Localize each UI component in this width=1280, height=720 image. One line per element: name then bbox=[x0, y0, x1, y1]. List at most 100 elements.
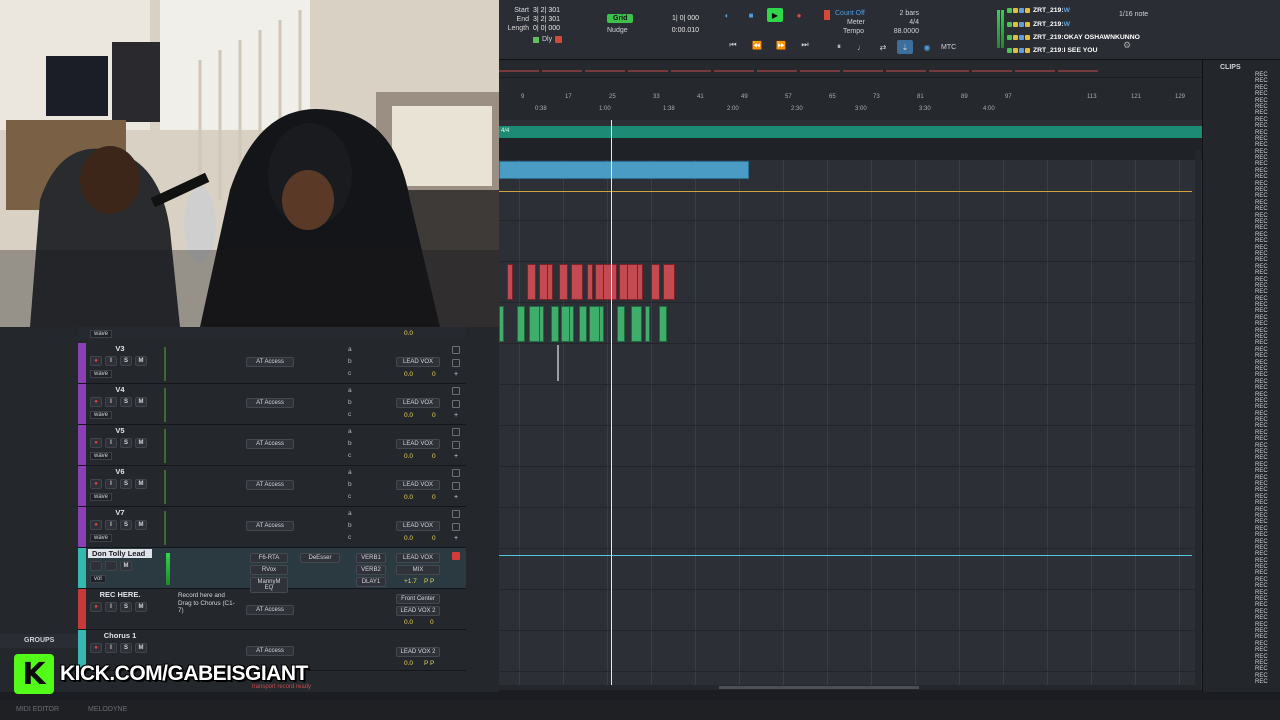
track-v6[interactable]: V6 ● I S Mwave AT Access a b c LEAD VOX 0.0 0 + bbox=[78, 466, 466, 507]
mute-button[interactable]: M bbox=[135, 479, 147, 489]
track-options-icon[interactable] bbox=[452, 400, 460, 408]
send-slot-b[interactable]: b bbox=[348, 481, 352, 488]
conductor-icon[interactable]: ⇄ bbox=[875, 40, 891, 54]
send-b[interactable]: VERB2 bbox=[356, 565, 386, 575]
wave-label[interactable]: wave bbox=[90, 330, 113, 338]
track-volume[interactable]: 0.0 bbox=[404, 535, 413, 542]
audio-clip-green[interactable] bbox=[579, 306, 587, 342]
track-pan[interactable]: P P bbox=[424, 660, 434, 667]
mute-button[interactable]: M bbox=[135, 602, 147, 612]
track-name[interactable]: V7 bbox=[88, 508, 152, 517]
add-icon[interactable]: + bbox=[452, 371, 460, 380]
output-selector[interactable]: LEAD VOX bbox=[396, 439, 440, 449]
playhead-cursor[interactable] bbox=[611, 120, 612, 690]
audio-clip-green[interactable] bbox=[517, 306, 525, 342]
track-options-icon[interactable] bbox=[452, 523, 460, 531]
record-arm-button[interactable]: ● bbox=[90, 479, 102, 489]
audio-clip-green[interactable] bbox=[551, 306, 559, 342]
audio-clip-red[interactable] bbox=[527, 264, 536, 300]
rewind-icon[interactable]: ⏪ bbox=[749, 38, 765, 52]
audio-clip-green[interactable] bbox=[499, 306, 504, 342]
mute-button[interactable]: M bbox=[135, 356, 147, 366]
play-button[interactable]: ▶ bbox=[767, 8, 783, 22]
tab-midi-editor[interactable]: MIDI EDITOR bbox=[16, 706, 59, 713]
send-slot-a[interactable]: a bbox=[348, 387, 352, 394]
send-slot-b[interactable]: b bbox=[348, 440, 352, 447]
timeline-scrollbar[interactable] bbox=[1195, 150, 1201, 690]
track-options-icon[interactable] bbox=[452, 428, 460, 436]
solo-button[interactable]: S bbox=[120, 602, 132, 612]
small-clip[interactable] bbox=[557, 345, 559, 381]
input-monitor-button[interactable]: I bbox=[105, 602, 117, 612]
record-button[interactable]: ● bbox=[791, 8, 807, 22]
wave-label[interactable]: wave bbox=[90, 370, 113, 378]
output-selector[interactable]: LEAD VOX bbox=[396, 521, 440, 531]
audio-clip-red[interactable] bbox=[663, 264, 675, 300]
midi-merge-icon[interactable]: ⇣ bbox=[897, 40, 913, 54]
solo-button[interactable]: S bbox=[120, 356, 132, 366]
dly-label[interactable]: Dly bbox=[542, 35, 552, 44]
input-monitor-button[interactable]: I bbox=[105, 397, 117, 407]
rewind-to-start-icon[interactable]: ⏮ bbox=[725, 38, 741, 52]
audio-clip-green[interactable] bbox=[659, 306, 667, 342]
output-selector[interactable]: LEAD VOX bbox=[396, 398, 440, 408]
input-monitor-button[interactable]: I bbox=[105, 438, 117, 448]
send-slot-a[interactable]: a bbox=[348, 346, 352, 353]
send-slot-c[interactable]: c bbox=[348, 411, 351, 418]
audio-clip-green[interactable] bbox=[631, 306, 642, 342]
output-selector[interactable]: LEAD VOX 2 bbox=[396, 647, 440, 657]
output-selector[interactable]: LEAD VOX bbox=[396, 480, 440, 490]
track-options-icon[interactable] bbox=[452, 346, 460, 354]
input-monitor-button[interactable]: I bbox=[105, 479, 117, 489]
pause-record-icon[interactable]: ⏸ bbox=[831, 40, 847, 54]
record-enable-icon[interactable] bbox=[824, 10, 830, 20]
audio-clip-green[interactable] bbox=[599, 306, 604, 342]
track-pan[interactable]: 0 bbox=[432, 371, 436, 378]
record-arm-button[interactable]: ● bbox=[90, 438, 102, 448]
nudge-label[interactable]: Nudge bbox=[607, 26, 628, 35]
audio-clip-red[interactable] bbox=[651, 264, 660, 300]
start-field[interactable]: 3| 2| 301 bbox=[533, 6, 560, 15]
mute-button[interactable]: M bbox=[135, 520, 147, 530]
track-v5[interactable]: V5 ● I S Mwave AT Access a b c LEAD VOX 0.0 0 + bbox=[78, 425, 466, 466]
fast-forward-icon[interactable]: ⏩ bbox=[773, 38, 789, 52]
audio-clip-red[interactable] bbox=[637, 264, 643, 300]
record-arm-button[interactable]: ● bbox=[90, 356, 102, 366]
audio-clip-red[interactable] bbox=[507, 264, 513, 300]
track-comment[interactable]: Record here and Drag to Chorus (C1-7) bbox=[178, 592, 240, 615]
nudge-value[interactable]: 0:00.010 bbox=[672, 26, 699, 35]
track-volume[interactable]: 0.0 bbox=[404, 330, 413, 337]
meter-value[interactable]: 4/4 bbox=[909, 18, 919, 27]
insert-a[interactable]: AT Access bbox=[246, 521, 294, 531]
wave-label[interactable]: wave bbox=[90, 411, 113, 419]
output-selector[interactable]: LEAD VOX 2 bbox=[396, 606, 440, 616]
audio-clip-red[interactable] bbox=[559, 264, 568, 300]
clip-list-item[interactable]: REC bbox=[1203, 679, 1280, 685]
solo-button[interactable]: S bbox=[120, 479, 132, 489]
track-pan[interactable]: 0 bbox=[432, 453, 436, 460]
insert-a[interactable]: AT Access bbox=[246, 439, 294, 449]
add-icon[interactable]: + bbox=[452, 453, 460, 462]
track-volume[interactable]: 0.0 bbox=[404, 660, 413, 667]
track-volume[interactable]: +1.7 bbox=[404, 578, 417, 585]
insert-f[interactable]: DeEsser bbox=[300, 553, 340, 563]
count-off-toggle[interactable]: Count Off bbox=[835, 9, 865, 18]
track-volume[interactable]: 0.0 bbox=[404, 494, 413, 501]
send-slot-c[interactable]: c bbox=[348, 452, 351, 459]
send-a[interactable]: VERB1 bbox=[356, 553, 386, 563]
input-selector[interactable]: Front Center bbox=[396, 594, 440, 604]
mute-button[interactable]: M bbox=[120, 561, 132, 571]
track-name[interactable]: Chorus 1 bbox=[88, 631, 152, 640]
count-bars[interactable]: 2 bars bbox=[900, 9, 919, 18]
mute-button[interactable]: M bbox=[135, 438, 147, 448]
track-options-icon[interactable] bbox=[452, 469, 460, 477]
send-slot-a[interactable]: a bbox=[348, 510, 352, 517]
track-volume[interactable]: 0.0 bbox=[404, 371, 413, 378]
wave-label[interactable]: wave bbox=[90, 534, 113, 542]
send-slot-b[interactable]: b bbox=[348, 358, 352, 365]
record-arm-button[interactable]: ● bbox=[90, 520, 102, 530]
mtc-label[interactable]: MTC bbox=[941, 43, 956, 52]
go-to-end-icon[interactable]: ⏭ bbox=[797, 38, 813, 52]
track-v4[interactable]: V4 ● I S Mwave AT Access a b c LEAD VOX 0.0 0 + bbox=[78, 384, 466, 425]
track-options-icon[interactable] bbox=[452, 441, 460, 449]
